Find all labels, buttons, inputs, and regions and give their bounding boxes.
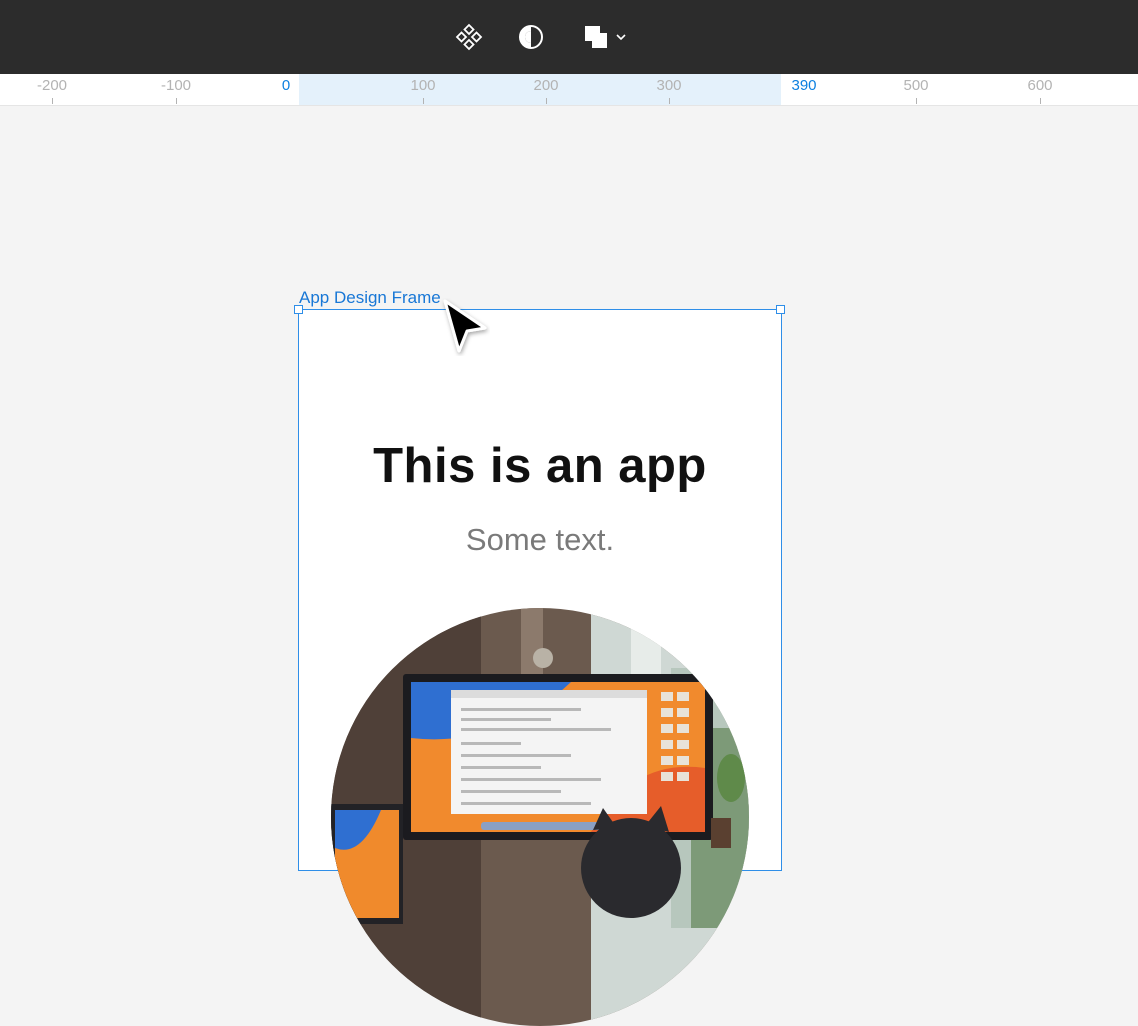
- ruler-tick-label: 500: [903, 77, 929, 94]
- ruler-tick-label: -200: [36, 77, 68, 94]
- ruler-tick-label-selection-end: 390: [791, 77, 817, 94]
- mouse-cursor: [440, 298, 490, 361]
- contrast-button[interactable]: [514, 20, 548, 54]
- frame-name-label[interactable]: App Design Frame: [299, 288, 441, 308]
- boolean-operation-icon: [585, 26, 607, 48]
- ruler-tick-label: 300: [656, 77, 682, 94]
- component-icon: [455, 23, 483, 51]
- ruler-tick-mark: [1040, 98, 1041, 104]
- horizontal-ruler: -200 -100 0 100 200 300 390 500 600: [0, 74, 1138, 106]
- ruler-tick-label: -100: [160, 77, 192, 94]
- ruler-tick-mark: [423, 98, 424, 104]
- ruler-tick-label: 600: [1027, 77, 1053, 94]
- component-button[interactable]: [452, 20, 486, 54]
- circular-photo[interactable]: [331, 608, 749, 1026]
- app-subtitle[interactable]: Some text.: [299, 522, 781, 558]
- resize-handle-top-left[interactable]: [294, 305, 303, 314]
- ruler-tick-mark: [52, 98, 53, 104]
- cursor-arrow-icon: [443, 299, 487, 353]
- ruler-tick-label: 100: [410, 77, 436, 94]
- top-toolbar: [0, 0, 1138, 74]
- ruler-tick-label: 200: [533, 77, 559, 94]
- resize-handle-top-right[interactable]: [776, 305, 785, 314]
- contrast-icon: [519, 25, 543, 49]
- ruler-tick-mark: [669, 98, 670, 104]
- desk-photo-illustration: [331, 608, 749, 1026]
- app-design-frame[interactable]: This is an app Some text.: [298, 309, 782, 1026]
- app-title[interactable]: This is an app: [299, 438, 781, 494]
- chevron-down-icon: [616, 34, 626, 41]
- boolean-operation-button[interactable]: [578, 20, 632, 54]
- ruler-tick-mark: [176, 98, 177, 104]
- ruler-tick-mark: [916, 98, 917, 104]
- ruler-tick-mark: [546, 98, 547, 104]
- ruler-tick-label-selection-start: 0: [281, 77, 291, 94]
